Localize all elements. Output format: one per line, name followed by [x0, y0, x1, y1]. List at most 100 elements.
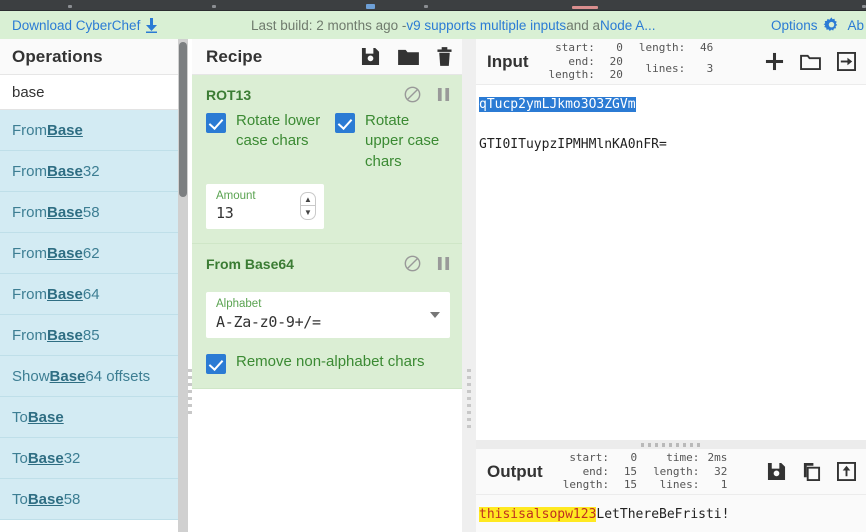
- copy-icon[interactable]: [802, 462, 821, 481]
- about-button[interactable]: Ab: [847, 18, 864, 33]
- meta-value: 46: [700, 40, 714, 54]
- input-meta: start: 0 end: 20 length: 20 length: 46 lines: 3: [549, 41, 714, 82]
- maximise-icon[interactable]: [837, 462, 856, 481]
- disable-icon[interactable]: [404, 86, 421, 103]
- rotate-lower-case-label: Rotate lower case chars: [236, 112, 321, 150]
- input-textarea[interactable]: qTucp2ymLJkmo3O3ZGVm GTI0ITuypzIPMHMlnKA…: [476, 85, 866, 440]
- remove-non-alphabet-chars-checkbox[interactable]: Remove non-alphabet chars: [206, 352, 450, 375]
- build-link-node-api[interactable]: Node A...: [600, 18, 656, 33]
- build-mid: and a: [566, 17, 600, 33]
- rotate-upper-case-checkbox[interactable]: Rotate upper case chars: [335, 111, 450, 172]
- meta-value: 3: [706, 61, 714, 75]
- notice-banner: Download CyberChef Last build: 2 months …: [0, 11, 866, 39]
- download-cyberchef-link[interactable]: Download CyberChef: [12, 17, 158, 33]
- amount-field[interactable]: Amount 13 ▲ ▼: [206, 183, 324, 230]
- meta-key: start:: [569, 450, 610, 464]
- meta-value: 1: [720, 478, 728, 492]
- options-button[interactable]: Options: [770, 16, 841, 34]
- operations-scrollbar[interactable]: [178, 39, 188, 532]
- input-output-splitter[interactable]: [476, 440, 866, 449]
- add-input-icon[interactable]: [765, 52, 784, 71]
- operations-list: From Base From Base 32 From Base 58 From Base…: [0, 110, 178, 520]
- folder-icon[interactable]: [398, 48, 419, 65]
- recipe-io-splitter[interactable]: [462, 39, 476, 532]
- meta-value: 15: [623, 464, 638, 478]
- build-link-multiple-inputs[interactable]: v9 supports multiple inputs: [406, 18, 566, 33]
- recipe-panel: Recipe ROT13 Rotate lower case chars Rot…: [192, 39, 462, 532]
- meta-key: length:: [638, 40, 686, 54]
- meta-value: 0: [616, 40, 623, 54]
- recipe-op-args: Alphabet A-Za-z0-9+/= Remove non-alphabe…: [192, 292, 462, 388]
- recipe-op-header: From Base64: [192, 244, 462, 280]
- recipe-op-from-base64[interactable]: From Base64 Alphabet A-Za-z0-9+/= Remove…: [192, 244, 462, 390]
- operation-list-item[interactable]: From Base: [0, 110, 178, 151]
- alphabet-value: A-Za-z0-9+/=: [216, 313, 321, 332]
- browser-chrome-strip: [0, 0, 866, 11]
- checkbox-checked-icon: [206, 113, 226, 133]
- recipe-op-rot13[interactable]: ROT13 Rotate lower case chars Rotate upp…: [192, 75, 462, 245]
- meta-value: 20: [609, 54, 623, 68]
- save-icon[interactable]: [361, 47, 380, 66]
- download-cyberchef-label: Download CyberChef: [12, 17, 141, 33]
- meta-key: length:: [653, 464, 700, 478]
- recipe-op-controls: [404, 86, 450, 103]
- download-icon: [145, 17, 158, 33]
- input-toolbar: [765, 52, 856, 71]
- operation-list-item[interactable]: From Base 64: [0, 274, 178, 315]
- operation-list-item[interactable]: From Base 32: [0, 151, 178, 192]
- banner-actions: Options Ab: [771, 11, 866, 39]
- recipe-operations: ROT13 Rotate lower case chars Rotate upp…: [192, 75, 462, 532]
- remove-non-alphabet-chars-label: Remove non-alphabet chars: [236, 353, 425, 371]
- input-line-3: GTI0ITuypzIPMHMlnKA0nFR=: [479, 137, 667, 152]
- checkbox-checked-icon: [206, 354, 226, 375]
- splitter-grip-icon: [641, 443, 701, 447]
- input-meta-left: start: 0 end: 20 length: 20: [549, 41, 623, 82]
- disable-icon[interactable]: [404, 255, 421, 272]
- open-folder-icon[interactable]: [800, 53, 821, 70]
- chevron-down-icon[interactable]: [430, 312, 440, 319]
- operations-header: Operations: [0, 39, 178, 75]
- operation-list-item[interactable]: From Base 58: [0, 192, 178, 233]
- operation-list-item[interactable]: Show Base 64 offsets: [0, 356, 178, 397]
- operation-list-item[interactable]: To Base 32: [0, 438, 178, 479]
- output-meta-left: start: 0 end: 15 length: 15: [563, 451, 637, 492]
- meta-key: length:: [548, 68, 595, 82]
- options-label: Options: [770, 17, 818, 33]
- pause-icon[interactable]: [437, 87, 450, 102]
- alphabet-select[interactable]: Alphabet A-Za-z0-9+/=: [206, 292, 450, 339]
- meta-key: lines:: [645, 61, 686, 75]
- rot13-checkbox-row: Rotate lower case chars Rotate upper cas…: [206, 111, 450, 172]
- amount-stepper[interactable]: ▲ ▼: [300, 191, 316, 220]
- open-file-icon[interactable]: [837, 52, 856, 71]
- stepper-down-icon[interactable]: ▼: [300, 205, 316, 220]
- operations-panel: Operations From BaseFrom Base32From Base…: [0, 39, 178, 532]
- recipe-op-title: From Base64: [206, 255, 294, 272]
- recipe-op-controls: [404, 255, 450, 272]
- rotate-upper-case-label: Rotate upper case chars: [365, 112, 440, 170]
- output-textarea[interactable]: thisisalsopw123LetThereBeFristi!: [476, 495, 866, 532]
- output-panel: Output start: 0 end: 15 length: 15 time: 2ms le…: [476, 449, 866, 532]
- save-output-icon[interactable]: [767, 462, 786, 481]
- checkbox-checked-icon: [335, 113, 355, 133]
- meta-value: 15: [623, 478, 638, 492]
- operation-list-item[interactable]: To Base: [0, 397, 178, 438]
- meta-key: end:: [582, 464, 610, 478]
- search-input[interactable]: [0, 75, 178, 109]
- operation-list-item[interactable]: From Base 62: [0, 233, 178, 274]
- pause-icon[interactable]: [437, 256, 450, 271]
- rotate-lower-case-checkbox[interactable]: Rotate lower case chars: [206, 111, 321, 152]
- trash-icon[interactable]: [437, 47, 452, 66]
- input-selected-text: qTucp2ymLJkmo3O3ZGVm: [479, 97, 636, 112]
- meta-key: end:: [568, 54, 595, 68]
- recipe-header: Recipe: [192, 39, 462, 75]
- build-prefix: Last build: 2 months ago -: [251, 17, 407, 33]
- output-meta-right: time: 2ms length: 32 lines: 1: [653, 451, 727, 492]
- meta-key: length:: [562, 478, 610, 492]
- alphabet-label: Alphabet: [216, 298, 262, 311]
- operation-list-item[interactable]: To Base 58: [0, 479, 178, 520]
- recipe-toolbar: [361, 47, 452, 66]
- operation-list-item[interactable]: From Base 85: [0, 315, 178, 356]
- stepper-up-icon[interactable]: ▲: [300, 191, 316, 206]
- operations-title: Operations: [12, 46, 103, 66]
- operations-scrollbar-thumb[interactable]: [179, 42, 187, 197]
